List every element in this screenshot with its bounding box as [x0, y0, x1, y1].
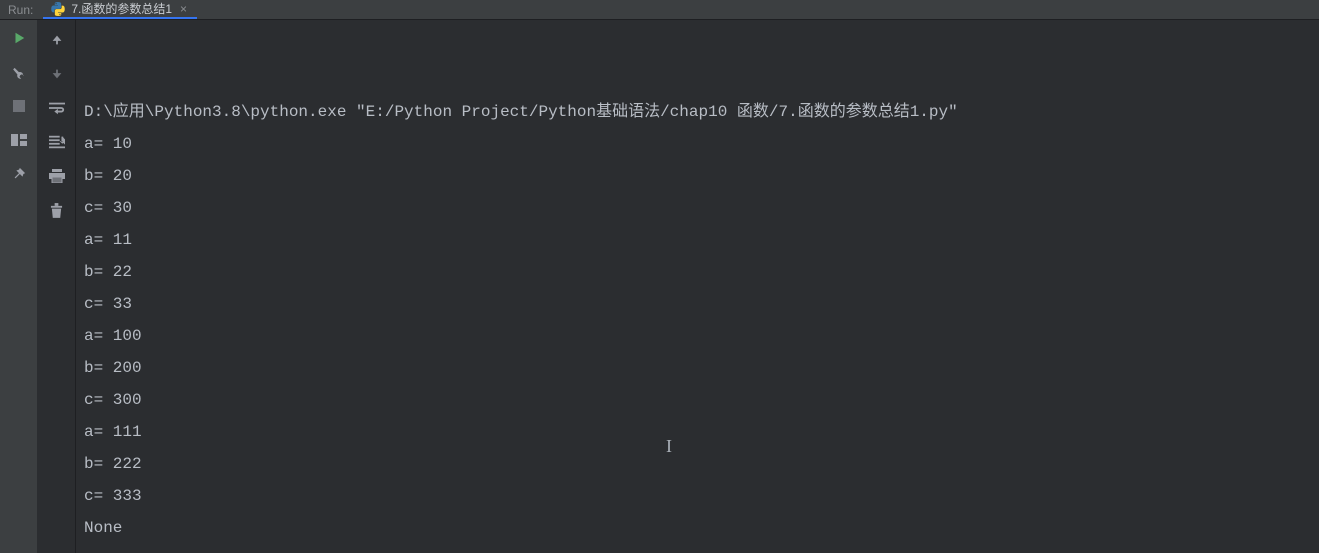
run-label: Run:: [0, 3, 43, 17]
console-line: c= 30: [84, 192, 1311, 224]
console-line: a= 111: [84, 416, 1311, 448]
rerun-button[interactable]: [9, 28, 29, 48]
console-line: c= 33: [84, 288, 1311, 320]
run-configuration-tab[interactable]: 7.函数的参数总结1 ×: [43, 0, 197, 19]
console-line: c= 300: [84, 384, 1311, 416]
console-line: b= 20: [84, 160, 1311, 192]
soft-wrap-button[interactable]: [45, 96, 69, 120]
run-left-toolbar: [0, 20, 38, 553]
scroll-to-end-button[interactable]: [45, 130, 69, 154]
console-toolbar: [38, 20, 76, 553]
console-line: a= 11: [84, 224, 1311, 256]
console-line: b= 222: [84, 448, 1311, 480]
console-line: c= 333: [84, 480, 1311, 512]
console-line: None: [84, 512, 1311, 544]
console-line: [84, 544, 1311, 553]
stop-button[interactable]: [9, 96, 29, 116]
run-tab-bar: Run: 7.函数的参数总结1 ×: [0, 0, 1319, 20]
console-line: D:\应用\Python3.8\python.exe "E:/Python Pr…: [84, 96, 1311, 128]
layout-button[interactable]: [9, 130, 29, 150]
pin-button[interactable]: [9, 164, 29, 184]
console-line: b= 200: [84, 352, 1311, 384]
console-line: a= 100: [84, 320, 1311, 352]
up-stack-button[interactable]: [45, 28, 69, 52]
console-line: b= 22: [84, 256, 1311, 288]
clear-button[interactable]: [45, 198, 69, 222]
down-stack-button[interactable]: [45, 62, 69, 86]
console-line: a= 10: [84, 128, 1311, 160]
console-output[interactable]: D:\应用\Python3.8\python.exe "E:/Python Pr…: [76, 20, 1319, 553]
close-tab-icon[interactable]: ×: [178, 2, 189, 16]
wrench-button[interactable]: [9, 62, 29, 82]
print-button[interactable]: [45, 164, 69, 188]
python-file-icon: [51, 2, 65, 16]
text-cursor-icon: I: [666, 430, 672, 462]
tab-title: 7.函数的参数总结1: [71, 0, 172, 17]
